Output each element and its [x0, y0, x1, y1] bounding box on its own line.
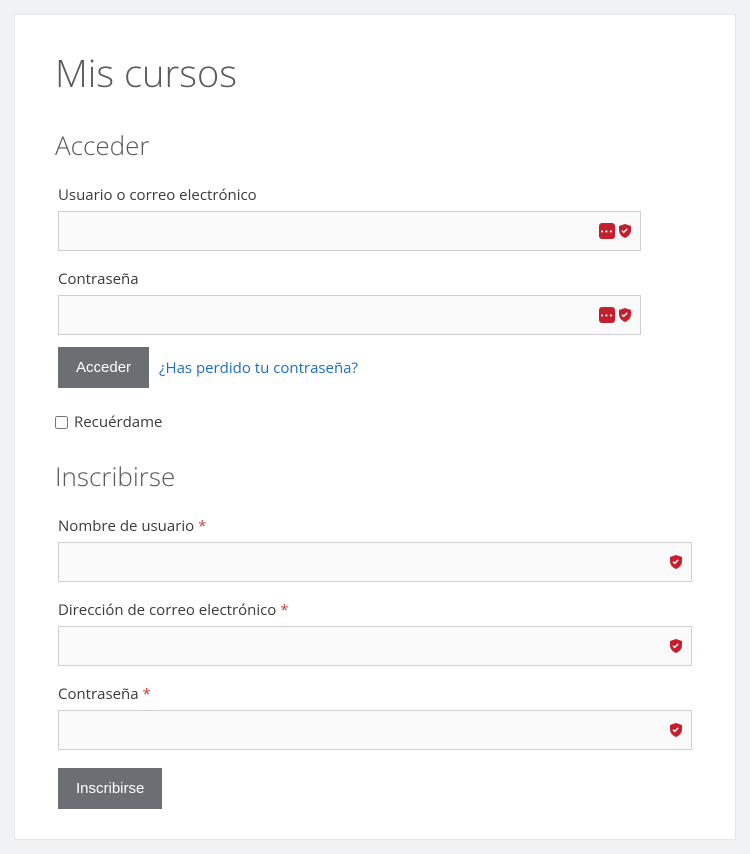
- login-form: Usuario o correo electrónico ••• Contras…: [58, 185, 641, 388]
- register-email-label-text: Dirección de correo electrónico: [58, 600, 276, 620]
- shield-icon[interactable]: [617, 307, 633, 323]
- login-password-label: Contraseña: [58, 269, 641, 289]
- login-password-row: Contraseña •••: [58, 269, 641, 335]
- register-heading: Inscribirse: [55, 458, 695, 494]
- password-manager-icons: •••: [599, 307, 633, 323]
- page-title: Mis cursos: [55, 47, 695, 99]
- password-manager-icons: [668, 554, 684, 570]
- login-password-wrap: •••: [58, 295, 641, 335]
- remember-me-checkbox[interactable]: [55, 416, 68, 429]
- register-username-label-text: Nombre de usuario: [58, 516, 194, 536]
- register-email-input[interactable]: [58, 626, 692, 666]
- shield-icon[interactable]: [668, 638, 684, 654]
- login-username-wrap: •••: [58, 211, 641, 251]
- remember-me-label: Recuérdame: [74, 412, 162, 432]
- register-username-wrap: [58, 542, 692, 582]
- lost-password-link[interactable]: ¿Has perdido tu contraseña?: [159, 358, 358, 378]
- register-email-wrap: [58, 626, 692, 666]
- register-submit-button[interactable]: Inscribirse: [58, 768, 162, 809]
- login-username-label: Usuario o correo electrónico: [58, 185, 641, 205]
- shield-icon[interactable]: [668, 722, 684, 738]
- register-username-row: Nombre de usuario *: [58, 516, 692, 582]
- register-form: Nombre de usuario * Dirección de correo …: [58, 516, 692, 809]
- login-submit-button[interactable]: Acceder: [58, 347, 149, 388]
- dots-icon[interactable]: •••: [599, 307, 615, 323]
- register-email-label: Dirección de correo electrónico *: [58, 600, 692, 620]
- dots-icon[interactable]: •••: [599, 223, 615, 239]
- login-actions: Acceder ¿Has perdido tu contraseña?: [58, 347, 641, 388]
- required-asterisk: *: [280, 600, 288, 620]
- required-asterisk: *: [143, 684, 151, 704]
- register-password-label: Contraseña *: [58, 684, 692, 704]
- password-manager-icons: [668, 638, 684, 654]
- password-manager-icons: •••: [599, 223, 633, 239]
- register-email-row: Dirección de correo electrónico *: [58, 600, 692, 666]
- register-password-input[interactable]: [58, 710, 692, 750]
- register-password-label-text: Contraseña: [58, 684, 139, 704]
- register-username-input[interactable]: [58, 542, 692, 582]
- login-username-input[interactable]: [58, 211, 641, 251]
- required-asterisk: *: [198, 516, 206, 536]
- shield-icon[interactable]: [668, 554, 684, 570]
- register-username-label: Nombre de usuario *: [58, 516, 692, 536]
- password-manager-icons: [668, 722, 684, 738]
- shield-icon[interactable]: [617, 223, 633, 239]
- login-password-input[interactable]: [58, 295, 641, 335]
- remember-me-row: Recuérdame: [55, 412, 695, 432]
- register-password-row: Contraseña *: [58, 684, 692, 750]
- login-username-row: Usuario o correo electrónico •••: [58, 185, 641, 251]
- login-heading: Acceder: [55, 127, 695, 163]
- content-card: Mis cursos Acceder Usuario o correo elec…: [14, 14, 736, 840]
- register-password-wrap: [58, 710, 692, 750]
